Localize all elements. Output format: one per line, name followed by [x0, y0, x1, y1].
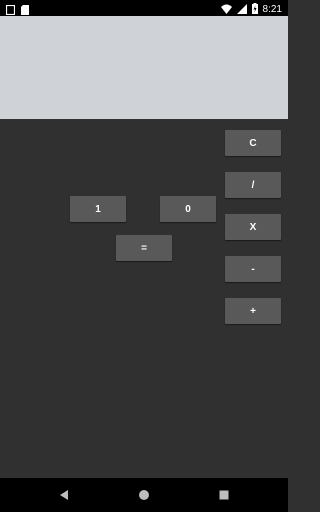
subtract-button[interactable]: - [225, 256, 281, 282]
digit-zero-button[interactable]: 0 [160, 196, 216, 222]
clear-button[interactable]: C [225, 130, 281, 156]
status-time: 8:21 [262, 4, 282, 15]
add-button[interactable]: + [225, 298, 281, 324]
digit-one-button[interactable]: 1 [70, 196, 126, 222]
divide-button[interactable]: / [225, 172, 281, 198]
navigation-bar [0, 478, 288, 512]
status-bar: 8:21 [0, 0, 288, 16]
recents-icon[interactable] [218, 488, 230, 506]
calculator-display [0, 16, 288, 119]
equals-button[interactable]: = [116, 235, 172, 261]
multiply-button[interactable]: X [225, 214, 281, 240]
back-icon[interactable] [58, 488, 70, 506]
home-icon[interactable] [138, 488, 150, 506]
